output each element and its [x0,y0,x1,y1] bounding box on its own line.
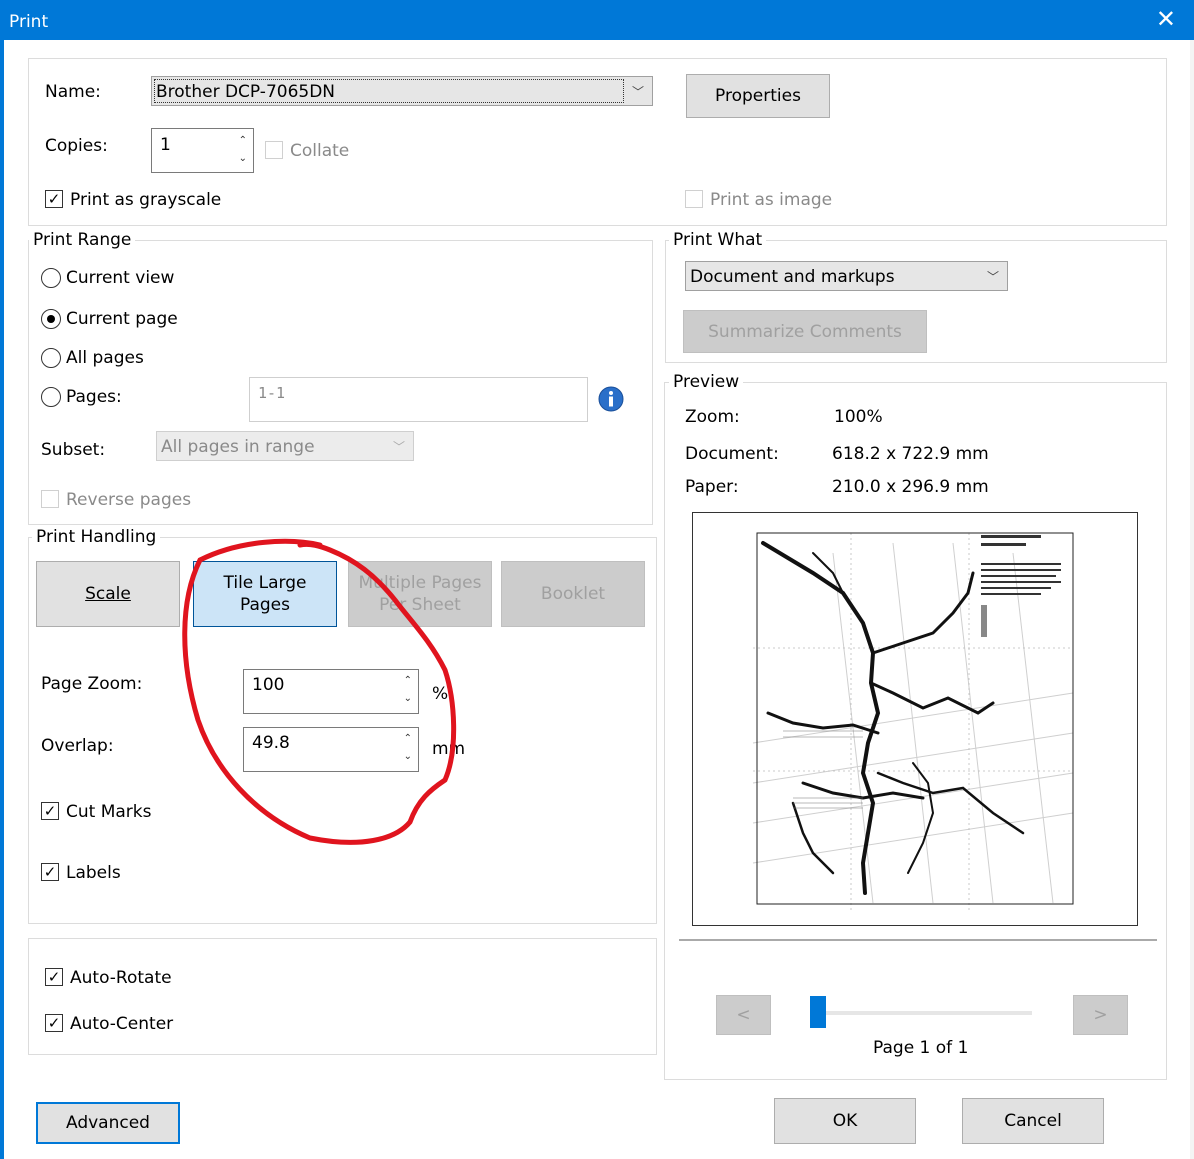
overlap-unit: mm [432,739,466,759]
printer-name-value: Brother DCP-7065DN [156,82,336,102]
spin-down-icon[interactable]: ⌄ [404,693,412,704]
pages-input[interactable]: 1-1 [249,377,588,422]
copies-value: 1 [160,135,171,155]
spin-up-icon[interactable]: ⌃ [404,733,412,744]
collate-checkbox[interactable] [265,141,283,159]
page-indicator: Page 1 of 1 [873,1038,969,1058]
auto-center-label: Auto-Center [70,1014,174,1034]
printer-name-select[interactable]: Brother DCP-7065DN ﹀ [151,76,653,106]
page-zoom-unit: % [432,684,449,704]
radio-all-pages[interactable] [41,348,61,368]
reverse-pages-checkbox[interactable] [41,490,59,508]
spin-down-icon[interactable]: ⌄ [404,751,412,762]
previous-page-button[interactable]: < [716,995,771,1035]
print-as-image-checkbox[interactable] [685,190,703,208]
grayscale-checkbox[interactable]: ✓ [45,190,63,208]
summarize-comments-button[interactable]: Summarize Comments [683,310,927,353]
page-zoom-stepper[interactable]: 100 ⌃ ⌄ [243,669,419,714]
orientation-group [28,938,657,1055]
print-range-legend: Print Range [29,230,136,250]
overlap-label: Overlap: [41,736,114,756]
page-slider-thumb[interactable] [810,996,826,1028]
page-zoom-label: Page Zoom: [41,674,143,694]
radio-current-view-label: Current view [66,268,175,288]
print-what-select[interactable]: Document and markups ﹀ [685,261,1008,291]
window-border-right [1190,40,1194,1159]
subset-value: All pages in range [161,437,315,457]
spin-up-icon[interactable]: ⌃ [239,135,247,146]
chevron-down-icon: ﹀ [631,85,644,99]
chevron-down-icon: ﹀ [986,270,999,284]
print-what-legend: Print What [669,230,767,250]
zoom-label: Zoom: [685,407,740,427]
subset-label: Subset: [41,440,106,460]
document-label: Document: [685,444,779,464]
paper-value: 210.0 x 296.9 mm [832,477,989,497]
preview-page [692,512,1138,926]
print-as-image-label: Print as image [710,190,833,210]
reverse-pages-label: Reverse pages [66,490,192,510]
page-zoom-value: 100 [252,675,285,695]
tab-tile-large-pages[interactable]: Tile Large Pages [193,561,337,627]
close-icon[interactable]: ✕ [1156,5,1176,33]
spin-down-icon[interactable]: ⌄ [239,153,247,164]
radio-pages[interactable] [41,387,61,407]
tab-scale[interactable]: Scale [36,561,180,627]
auto-rotate-label: Auto-Rotate [70,968,172,988]
tab-booklet[interactable]: Booklet [501,561,645,627]
radio-current-page-label: Current page [66,309,178,329]
paper-label: Paper: [685,477,739,497]
preview-map-image [752,532,1074,913]
radio-current-view[interactable] [41,268,61,288]
radio-current-page[interactable] [41,309,61,329]
name-label: Name: [45,82,101,102]
next-page-button[interactable]: > [1073,995,1128,1035]
overlap-stepper[interactable]: 49.8 ⌃ ⌄ [243,727,419,772]
auto-rotate-checkbox[interactable]: ✓ [45,968,63,986]
window-title: Print [9,12,49,32]
chevron-down-icon: ﹀ [392,440,405,454]
radio-pages-label: Pages: [66,387,122,407]
advanced-button[interactable]: Advanced [36,1102,180,1144]
title-bar: Print ✕ [0,0,1194,40]
copies-label: Copies: [45,136,108,156]
info-icon[interactable] [598,386,624,412]
radio-all-pages-label: All pages [66,348,144,368]
auto-center-checkbox[interactable]: ✓ [45,1014,63,1032]
labels-checkbox[interactable]: ✓ [41,863,59,881]
copies-stepper[interactable]: 1 ⌃ ⌄ [151,128,254,173]
cancel-button[interactable]: Cancel [962,1098,1104,1144]
properties-button[interactable]: Properties [686,74,830,118]
collate-label: Collate [290,141,350,161]
spin-up-icon[interactable]: ⌃ [404,675,412,686]
overlap-value: 49.8 [252,733,290,753]
cut-marks-label: Cut Marks [66,802,152,822]
window-border-left [0,40,4,1159]
grayscale-label: Print as grayscale [70,190,222,210]
print-handling-legend: Print Handling [32,527,161,547]
tab-multiple-pages-per-sheet[interactable]: Multiple Pages Per Sheet [348,561,492,627]
pages-input-value: 1-1 [258,384,286,402]
subset-select[interactable]: All pages in range ﹀ [156,431,414,461]
page-slider-track[interactable] [818,1011,1032,1015]
zoom-value: 100% [834,407,883,427]
preview-divider [679,939,1157,941]
labels-label: Labels [66,863,121,883]
cut-marks-checkbox[interactable]: ✓ [41,802,59,820]
preview-legend: Preview [669,372,744,392]
document-value: 618.2 x 722.9 mm [832,444,989,464]
ok-button[interactable]: OK [774,1098,916,1144]
print-what-value: Document and markups [690,267,895,287]
